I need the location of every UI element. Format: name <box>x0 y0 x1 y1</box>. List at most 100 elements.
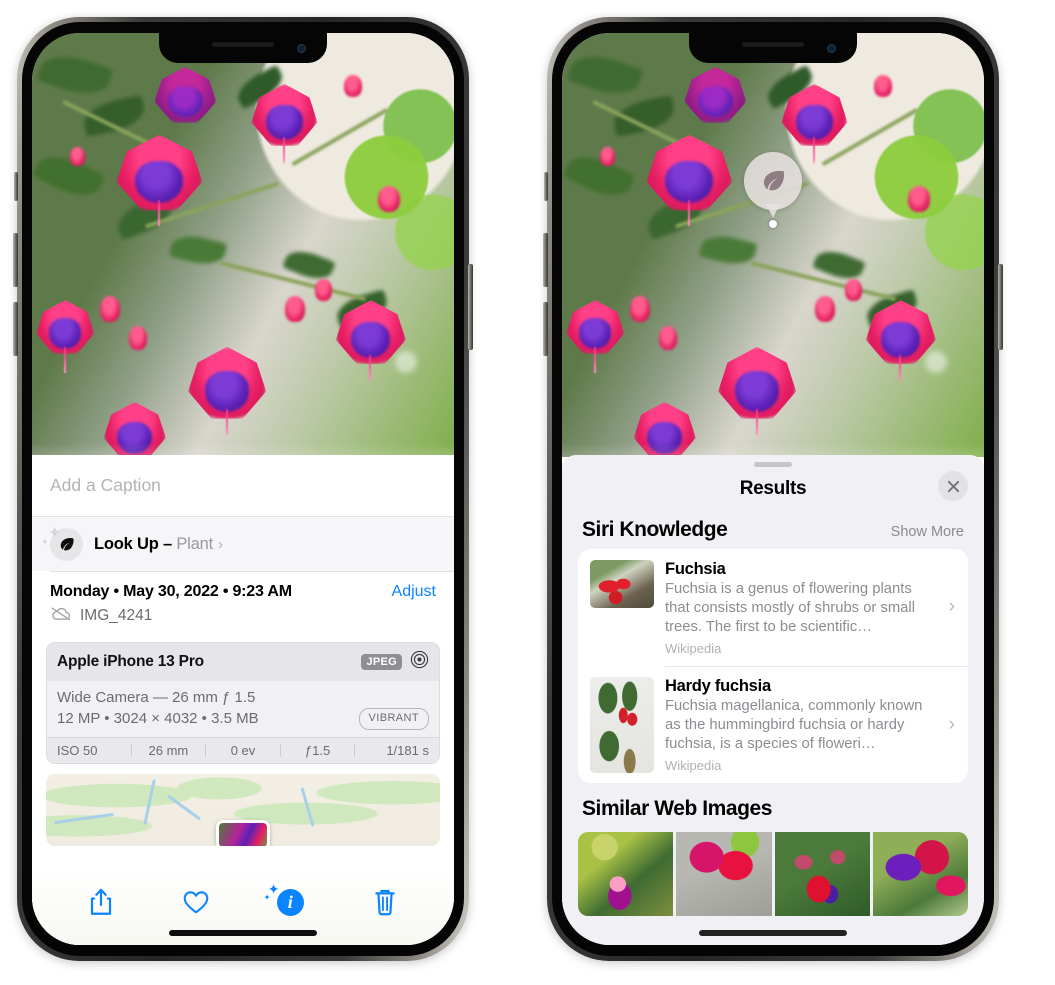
knowledge-item-body: Fuchsia Fuchsia is a genus of flowering … <box>665 560 956 656</box>
show-more-button[interactable]: Show More <box>891 524 964 540</box>
chevron-right-icon: › <box>948 596 955 618</box>
camera-info-card: Apple iPhone 13 Pro JPEG Wide Camera — 2… <box>46 641 440 765</box>
photographic-style-badge: VIBRANT <box>358 708 429 731</box>
aperture-icon <box>410 650 429 674</box>
look-up-row[interactable]: ✦ ✦ Look Up – Plant › <box>32 517 454 571</box>
info-circle-glyph: i <box>276 888 304 916</box>
exif-exposure-value: 0 ev <box>230 743 256 759</box>
knowledge-item-source: Wikipedia <box>665 640 722 656</box>
web-image-thumbnail[interactable] <box>872 832 968 917</box>
look-up-subject: Plant <box>176 534 213 553</box>
camera-card-header: Apple iPhone 13 Pro JPEG <box>47 642 439 681</box>
caption-input-row[interactable]: Add a Caption <box>32 455 454 517</box>
share-button[interactable] <box>73 882 129 922</box>
camera-card-body: Wide Camera — 26 mm ƒ 1.5 12 MP • 3024 ×… <box>47 680 439 738</box>
sparkle-small-icon: ✦ <box>41 537 49 547</box>
metadata-filename-row: IMG_4241 <box>50 606 436 627</box>
left-phone-bezel: Add a Caption ✦ ✦ Look Up – Plant › Mond… <box>22 22 464 956</box>
earpiece-speaker-icon <box>742 42 804 47</box>
results-title: Results <box>739 478 807 499</box>
screenshot-stage: Add a Caption ✦ ✦ Look Up – Plant › Mond… <box>0 0 1055 985</box>
look-up-label: Look Up – Plant <box>94 535 213 554</box>
siri-knowledge-header: Siri Knowledge Show More <box>562 511 984 549</box>
front-camera-icon <box>297 44 306 53</box>
front-camera-icon <box>827 44 836 53</box>
mute-switch[interactable] <box>14 172 18 201</box>
photo-date: Monday • May 30, 2022 • 9:23 AM <box>50 582 292 600</box>
siri-knowledge-card: Fuchsia Fuchsia is a genus of flowering … <box>578 549 968 784</box>
favorite-button[interactable] <box>168 882 224 922</box>
home-indicator[interactable] <box>699 930 847 936</box>
sparkle-icon: ✦ <box>48 525 62 542</box>
mute-switch[interactable] <box>544 172 548 201</box>
camera-lens-line: Wide Camera — 26 mm ƒ 1.5 <box>57 688 256 706</box>
badge-tail <box>766 203 780 218</box>
knowledge-thumbnail <box>590 677 654 774</box>
chevron-right-icon: › <box>217 535 223 553</box>
right-phone-bezel: Results Siri Knowledge Show More Fuchsia… <box>552 22 994 956</box>
knowledge-item-source: Wikipedia <box>665 758 722 774</box>
left-iphone-device: Add a Caption ✦ ✦ Look Up – Plant › Mond… <box>13 17 473 961</box>
info-button[interactable]: ✦ ✦ i <box>262 882 318 922</box>
icloud-slash-icon <box>50 606 72 627</box>
knowledge-item-title: Fuchsia <box>665 560 726 578</box>
map-pin-thumbnail <box>219 823 267 847</box>
chevron-right-icon: › <box>948 713 955 735</box>
web-image-thumbnail[interactable] <box>774 832 870 917</box>
knowledge-item-fuchsia[interactable]: Fuchsia Fuchsia is a genus of flowering … <box>578 549 968 666</box>
volume-up-button[interactable] <box>13 233 18 287</box>
knowledge-item-body: Hardy fuchsia Fuchsia magellanica, commo… <box>665 677 956 773</box>
earpiece-speaker-icon <box>212 42 274 47</box>
volume-up-button[interactable] <box>543 233 548 287</box>
notch <box>159 33 327 63</box>
knowledge-item-description: Fuchsia magellanica, commonly known as t… <box>665 698 923 753</box>
sparkle-small-icon: ✦ <box>263 892 271 902</box>
exif-row: ISO 50 26 mm 0 ev ƒ1.5 1/181 s <box>47 737 439 764</box>
right-phone-screen: Results Siri Knowledge Show More Fuchsia… <box>562 33 984 945</box>
format-badge: JPEG <box>361 653 402 670</box>
power-button[interactable] <box>998 264 1003 350</box>
knowledge-item-title: Hardy fuchsia <box>665 677 771 696</box>
notch <box>689 33 857 63</box>
web-image-thumbnail[interactable] <box>578 832 674 917</box>
knowledge-item-description: Fuchsia is a genus of flowering plants t… <box>665 581 915 635</box>
photo-viewer-right[interactable] <box>562 33 984 457</box>
volume-down-button[interactable] <box>543 302 548 356</box>
home-indicator[interactable] <box>169 930 317 936</box>
power-button[interactable] <box>468 264 473 350</box>
volume-down-button[interactable] <box>13 302 18 356</box>
knowledge-item-hardy-fuchsia[interactable]: Hardy fuchsia Fuchsia magellanica, commo… <box>578 666 968 783</box>
right-iphone-device: Results Siri Knowledge Show More Fuchsia… <box>543 17 1003 961</box>
caption-placeholder[interactable]: Add a Caption <box>50 475 161 496</box>
adjust-button[interactable]: Adjust <box>392 583 436 601</box>
info-sparkle-icon: ✦ ✦ i <box>264 882 304 916</box>
results-sheet: Results Siri Knowledge Show More Fuchsia… <box>562 455 984 945</box>
look-up-label-main: Look Up – <box>94 534 177 553</box>
left-phone-screen: Add a Caption ✦ ✦ Look Up – Plant › Mond… <box>32 33 454 945</box>
exif-focal-length: 26 mm <box>148 743 189 759</box>
similar-web-images-strip[interactable] <box>578 832 968 917</box>
camera-spec-row: 12 MP • 3024 × 4032 • 3.5 MB VIBRANT <box>57 708 429 731</box>
web-image-thumbnail[interactable] <box>676 832 772 917</box>
camera-header-right: JPEG <box>361 650 429 674</box>
look-up-icon-wrap: ✦ ✦ <box>41 525 94 561</box>
camera-device-name: Apple iPhone 13 Pro <box>57 652 204 670</box>
photo-info-sheet: Add a Caption ✦ ✦ Look Up – Plant › Mond… <box>32 455 454 945</box>
similar-web-images-header: Similar Web Images <box>562 783 984 828</box>
siri-knowledge-title: Siri Knowledge <box>582 518 728 541</box>
photo-viewer-left[interactable] <box>32 33 454 457</box>
delete-button[interactable] <box>357 882 413 922</box>
close-button[interactable] <box>938 471 968 501</box>
photo-metadata-block: Monday • May 30, 2022 • 9:23 AM Adjust I… <box>32 571 454 633</box>
map-photo-pin[interactable] <box>216 820 270 847</box>
camera-spec-line: 12 MP • 3024 × 4032 • 3.5 MB <box>57 710 259 728</box>
leaf-icon[interactable] <box>744 151 802 210</box>
photo-filename: IMG_4241 <box>80 607 153 624</box>
exif-aperture: ƒ1.5 <box>304 743 331 759</box>
visual-look-up-badge[interactable] <box>744 151 802 228</box>
similar-web-images-title: Similar Web Images <box>582 797 772 821</box>
location-map-card[interactable] <box>46 774 440 847</box>
knowledge-thumbnail <box>590 560 654 608</box>
results-header: Results <box>562 467 984 511</box>
exif-shutter-speed: 1/181 s <box>386 743 429 759</box>
